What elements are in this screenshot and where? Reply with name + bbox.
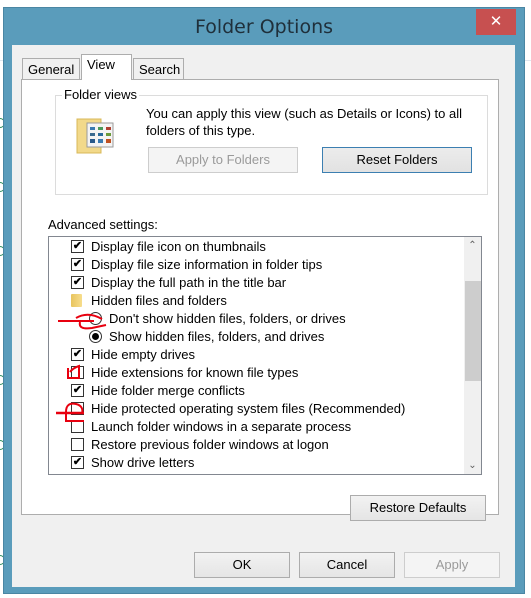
tab-label: General [28, 62, 75, 77]
tab-general[interactable]: General [22, 58, 80, 79]
checkbox-checked[interactable]: ✔ [71, 384, 84, 397]
setting-checkbox-row[interactable]: ✔ Hide folder merge conflicts [49, 382, 459, 400]
setting-label: Show drive letters [91, 455, 195, 470]
checkbox-checked[interactable]: ✔ [71, 258, 84, 271]
annotation-scribble-extensions [67, 364, 80, 379]
tab-view[interactable]: View [81, 54, 132, 80]
setting-checkbox-row[interactable]: ✔ Display the full path in the title bar [49, 274, 459, 292]
checkbox-checked[interactable]: ✔ [71, 276, 84, 289]
setting-folder-row: Hidden files and folders [49, 292, 459, 310]
setting-checkbox-row[interactable]: Launch folder windows in a separate proc… [49, 418, 459, 436]
setting-label: Hide protected operating system files (R… [91, 401, 406, 416]
setting-label: Hidden files and folders [91, 293, 227, 308]
folder-views-label: Folder views [62, 87, 139, 102]
setting-label: Restore previous folder windows at logon [91, 437, 329, 452]
view-tab-panel: Folder views You can apply this view (su… [21, 79, 499, 521]
tab-label: Search [139, 62, 181, 77]
folder-icon [71, 294, 82, 307]
setting-checkbox-row[interactable]: ✔ Display file size information in folder… [49, 256, 459, 274]
apply-button[interactable]: Apply [404, 552, 500, 578]
folder-options-dialog: Folder Options ✕ General View Search Fol… [3, 7, 525, 594]
ok-button[interactable]: OK [194, 552, 290, 578]
setting-checkbox-row[interactable]: ✔ Display file icon on thumbnails [49, 238, 459, 256]
scrollbar-thumb[interactable] [465, 281, 481, 381]
vertical-scrollbar[interactable]: ⌃ ⌄ [464, 237, 481, 474]
apply-to-folders-button[interactable]: Apply to Folders [148, 147, 298, 173]
restore-defaults-button[interactable]: Restore Defaults [350, 495, 486, 521]
annotation-scribble-radio [58, 313, 107, 330]
setting-label: Hide empty drives [91, 347, 196, 362]
tab-label: View [87, 57, 115, 72]
cancel-button[interactable]: Cancel [299, 552, 395, 578]
setting-label: Launch folder windows in a separate proc… [91, 419, 352, 434]
scroll-down-icon[interactable]: ⌄ [464, 457, 481, 474]
folder-views-description: You can apply this view (such as Details… [146, 106, 463, 138]
checkbox-checked[interactable]: ✔ [71, 348, 84, 361]
setting-label: Display file size information in folder … [91, 257, 323, 272]
setting-checkbox-row[interactable]: Hide extensions for known file types [49, 364, 459, 382]
setting-checkbox-row[interactable]: Restore previous folder windows at logon [49, 436, 459, 454]
checkbox-unchecked[interactable] [71, 438, 84, 451]
close-button[interactable]: ✕ [476, 9, 516, 35]
folder-views-group: Folder views You can apply this view (su… [55, 87, 488, 195]
folder-view-icon [76, 118, 114, 154]
window-title: Folder Options [194, 16, 334, 38]
setting-label: Don't show hidden files, folders, or dri… [109, 311, 346, 326]
setting-checkbox-row[interactable]: ✔ Show drive letters [49, 454, 459, 472]
checkbox-checked[interactable]: ✔ [71, 240, 84, 253]
setting-label: Hide folder merge conflicts [91, 383, 245, 398]
setting-label: Display the full path in the title bar [91, 275, 287, 290]
close-icon: ✕ [489, 12, 503, 30]
tab-search[interactable]: Search [133, 58, 184, 79]
setting-label: Hide extensions for known file types [91, 365, 299, 380]
reset-folders-button[interactable]: Reset Folders [322, 147, 472, 173]
setting-label: Display file icon on thumbnails [91, 239, 266, 254]
advanced-settings-label: Advanced settings: [48, 217, 158, 232]
annotation-scribble-protected [56, 402, 84, 422]
checkbox-checked[interactable]: ✔ [71, 456, 84, 469]
scroll-up-icon[interactable]: ⌃ [464, 237, 481, 254]
setting-checkbox-row[interactable]: Hide protected operating system files (R… [49, 400, 459, 418]
setting-label: Show hidden files, folders, and drives [109, 329, 325, 344]
setting-checkbox-row[interactable]: ✔ Hide empty drives [49, 346, 459, 364]
advanced-settings-list[interactable]: ✔ Display file icon on thumbnails ✔ Display… [48, 236, 482, 475]
